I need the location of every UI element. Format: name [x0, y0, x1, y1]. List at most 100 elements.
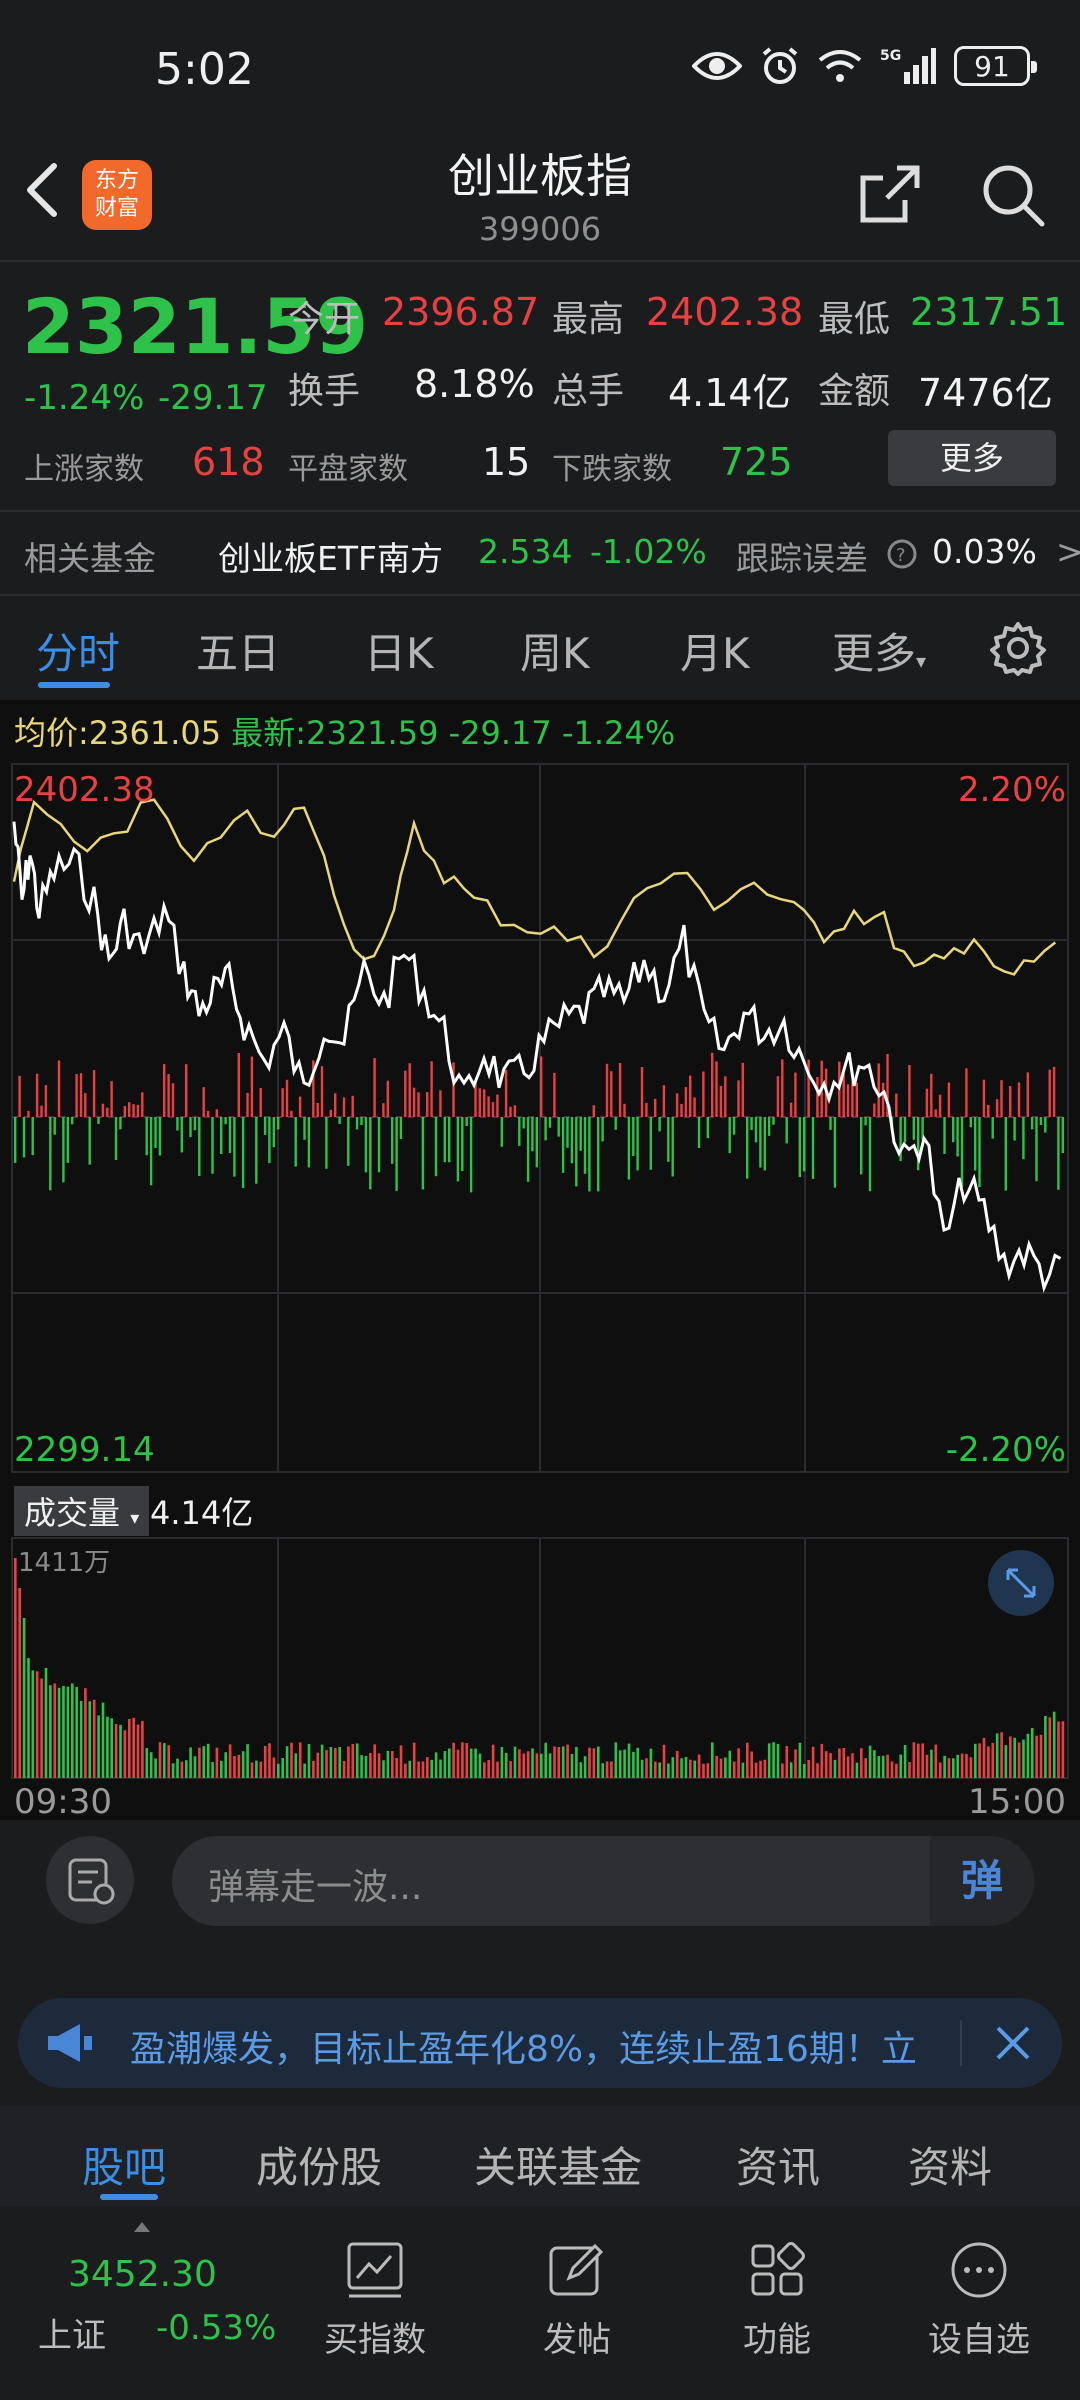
volume-bar: [246, 1744, 249, 1778]
active-subtab-indicator: [100, 2194, 158, 2200]
volume-bar: [325, 1750, 328, 1778]
help-icon[interactable]: ?: [886, 538, 918, 570]
order-flow-bar: [483, 1089, 486, 1117]
tab-more-label: 更多: [832, 629, 917, 678]
more-button[interactable]: 更多: [888, 430, 1056, 486]
order-flow-bar: [106, 1107, 109, 1117]
order-flow-bar: [202, 1087, 205, 1117]
order-flow-bar: [737, 1080, 740, 1117]
tab-news[interactable]: 资讯: [736, 2134, 820, 2195]
up-count-label: 上涨家数: [24, 452, 144, 487]
volume-bar: [491, 1744, 495, 1778]
volume-bar: [886, 1754, 889, 1778]
volume-bar: [561, 1746, 565, 1778]
tab-more[interactable]: 更多▾: [832, 620, 926, 681]
order-flow-bar: [960, 1117, 964, 1188]
volume-indicator-select[interactable]: 成交量 ▾: [14, 1486, 150, 1536]
order-flow-bar: [553, 1072, 556, 1117]
volume-bar: [386, 1750, 390, 1778]
volume-bar: [1061, 1721, 1065, 1778]
order-flow-bar: [544, 1117, 547, 1141]
tab-weekly-k[interactable]: 周K: [520, 620, 590, 681]
volume-bar: [391, 1751, 394, 1778]
volume-bar: [654, 1761, 657, 1778]
volume-bar: [623, 1749, 626, 1778]
buy-index-button[interactable]: 买指数: [300, 2240, 450, 2361]
chart-canvas: [11, 763, 1069, 1779]
expand-button[interactable]: [988, 1550, 1054, 1616]
tab-forum[interactable]: 股吧: [82, 2134, 166, 2195]
related-fund-row[interactable]: 相关基金 创业板ETF南方 2.534 -1.02% 跟踪误差 ? 0.03% …: [0, 512, 1080, 592]
tab-daily-k[interactable]: 日K: [364, 620, 434, 681]
high-label: 最高: [552, 299, 625, 340]
order-flow-bar: [391, 1117, 394, 1164]
volume-bar: [917, 1743, 920, 1778]
tab-monthly-k[interactable]: 月K: [680, 620, 750, 681]
volume-bar: [316, 1752, 320, 1778]
svg-text:5G: 5G: [880, 48, 901, 64]
order-flow-bar: [66, 1117, 69, 1163]
close-icon[interactable]: [994, 2024, 1032, 2062]
volume-bar: [719, 1758, 723, 1778]
order-flow-bar: [965, 1068, 968, 1117]
caret-down-icon: ▾: [916, 649, 927, 673]
index-ticker[interactable]: 3452.30 上证 -0.53%: [30, 2222, 280, 2368]
volume-bar: [1022, 1739, 1025, 1778]
volume-bar: [807, 1760, 810, 1778]
volume-bar: [474, 1748, 477, 1778]
order-flow-bar: [399, 1117, 403, 1139]
post-button[interactable]: 发帖: [502, 2240, 652, 2361]
order-flow-bar: [430, 1061, 433, 1117]
caret-up-icon: [134, 2222, 150, 2232]
order-flow-bar: [535, 1117, 538, 1168]
order-flow-bar: [189, 1117, 192, 1138]
top-price-label: 2402.38: [14, 770, 155, 810]
order-flow-bar: [329, 1109, 332, 1117]
settings-icon[interactable]: [988, 618, 1048, 678]
order-flow-bar: [930, 1073, 933, 1117]
volume-bar: [14, 1558, 17, 1778]
order-flow-bar: [211, 1117, 214, 1174]
share-button[interactable]: [855, 160, 925, 230]
order-flow-bar: [1035, 1117, 1038, 1182]
tab-profile[interactable]: 资料: [908, 2134, 992, 2195]
volume-bar: [930, 1749, 933, 1778]
volume-bar: [881, 1755, 885, 1778]
volume-bar: [465, 1743, 469, 1778]
order-flow-bar: [14, 1117, 17, 1163]
intraday-chart[interactable]: 均价:2361.05 最新:2321.59 -29.17 -1.24% 2402…: [0, 700, 1080, 1822]
volume-bar: [1048, 1717, 1052, 1778]
add-watchlist-button[interactable]: 设自选: [904, 2240, 1054, 2361]
order-flow-bar: [952, 1117, 955, 1143]
order-flow-bar: [566, 1117, 569, 1148]
banner-text: 盈潮爆发，目标止盈年化8%，连续止盈16期！立: [130, 2029, 917, 2070]
share-icon: [860, 165, 920, 223]
volume-bar: [842, 1748, 846, 1778]
avg-price-value: 2361.05: [88, 714, 222, 752]
tab-intraday[interactable]: 分时: [36, 620, 120, 681]
functions-button[interactable]: 功能: [702, 2240, 852, 2361]
promo-banner[interactable]: 盈潮爆发，目标止盈年化8%，连续止盈16期！立: [18, 1998, 1062, 2088]
search-button[interactable]: [978, 160, 1048, 230]
danmu-send-button[interactable]: 弹: [930, 1836, 1034, 1926]
danmu-input[interactable]: 弹幕走一波... 弹: [172, 1836, 1034, 1926]
tab-constituents[interactable]: 成份股: [256, 2134, 382, 2195]
tab-related-funds[interactable]: 关联基金: [474, 2134, 642, 2195]
tab-five-day[interactable]: 五日: [196, 620, 280, 681]
status-icons: 5G 91: [692, 46, 1037, 86]
volume-bar: [715, 1755, 718, 1778]
volume-bar: [746, 1742, 749, 1778]
latest-value: 2321.59: [306, 714, 439, 752]
chart-up-icon: [347, 2242, 403, 2298]
price-line: [12, 821, 1062, 1293]
volume-bar: [62, 1685, 65, 1778]
volume-bar: [189, 1747, 192, 1778]
danmu-settings-button[interactable]: [46, 1836, 134, 1924]
volume-bar: [298, 1742, 302, 1778]
volume-bar: [509, 1761, 512, 1778]
index-name: 上证: [38, 2316, 106, 2356]
volume-bar: [469, 1748, 473, 1778]
order-flow-bar: [767, 1117, 771, 1136]
order-flow-bar: [842, 1073, 845, 1117]
volume-bar: [285, 1746, 289, 1778]
